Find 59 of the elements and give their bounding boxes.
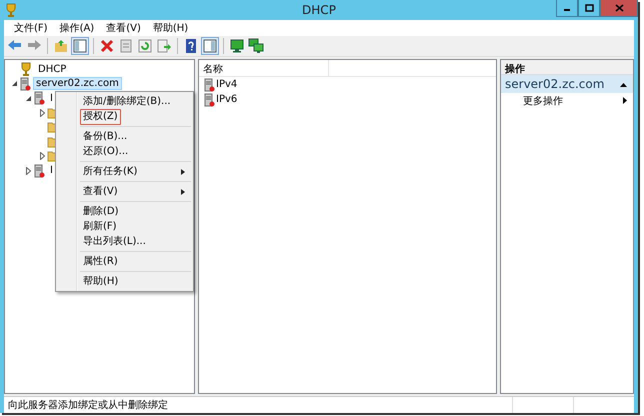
- toolbar-button[interactable]: [71, 37, 89, 55]
- export-icon: [156, 38, 172, 54]
- menu-item[interactable]: 刷新(F): [80, 218, 120, 234]
- menu-item[interactable]: 授权(Z): [80, 108, 121, 124]
- menu-item[interactable]: 添加/删除绑定(B)...: [80, 94, 174, 110]
- action-pane-icon: [202, 38, 218, 54]
- pane-icon: [72, 38, 88, 54]
- menu-item[interactable]: 导出列表(L)...: [80, 234, 149, 250]
- server-icon: [203, 78, 215, 92]
- list-item[interactable]: IPv4: [216, 79, 238, 90]
- action-link[interactable]: 更多操作: [523, 94, 563, 108]
- status-text: 向此服务器添加绑定或从中删除绑定: [8, 398, 168, 412]
- menu-item[interactable]: 文件(F): [8, 21, 54, 35]
- collapse-arrow-icon: [620, 82, 627, 86]
- maximize-button[interactable]: [578, 0, 600, 17]
- refresh-icon: [137, 38, 153, 54]
- collapsed-arrow-icon[interactable]: [40, 108, 44, 117]
- folder-up-icon: [53, 38, 69, 54]
- menu-item[interactable]: 备份(B)...: [80, 128, 130, 144]
- collapsed-arrow-icon[interactable]: [40, 152, 44, 160]
- close-icon: [614, 4, 624, 12]
- toolbar-button[interactable]: [98, 37, 116, 55]
- window-title: DHCP: [302, 3, 336, 17]
- properties-icon: [118, 38, 134, 54]
- menu-item[interactable]: 删除(D): [80, 204, 122, 220]
- menu-item[interactable]: 查看(V): [80, 184, 121, 200]
- menu-item[interactable]: 帮助(H): [80, 274, 122, 290]
- tree-item[interactable]: I: [47, 164, 56, 178]
- menu-item[interactable]: 查看(V): [100, 21, 147, 35]
- toolbar-button[interactable]: [247, 37, 265, 55]
- help-icon: [183, 38, 199, 54]
- server-icon: [203, 92, 215, 106]
- expanded-arrow-icon[interactable]: [12, 81, 16, 86]
- menu-item[interactable]: 帮助(H): [146, 21, 194, 35]
- menu-item[interactable]: 所有任务(K): [80, 164, 140, 180]
- tree-item[interactable]: DHCP: [35, 62, 70, 76]
- list-item[interactable]: IPv6: [216, 94, 238, 105]
- menu-item[interactable]: 操作(A): [54, 21, 100, 35]
- collapsed-arrow-icon[interactable]: [26, 166, 30, 175]
- server-icon: [19, 76, 31, 91]
- tree-item[interactable]: server02.zc.com: [33, 77, 122, 90]
- actions-header: 操作: [501, 60, 633, 75]
- expanded-arrow-icon[interactable]: [26, 96, 30, 101]
- maximize-icon: [584, 4, 594, 12]
- menu-item[interactable]: 属性(R): [80, 254, 121, 270]
- close-button[interactable]: [600, 0, 638, 17]
- tree-item[interactable]: I: [47, 92, 56, 105]
- server-icon: [33, 91, 45, 106]
- toolbar-button[interactable]: [228, 37, 246, 55]
- minimize-button[interactable]: [556, 0, 578, 17]
- monitors-icon: [248, 38, 264, 54]
- app-icon: [4, 3, 18, 17]
- column-header[interactable]: 名称: [199, 60, 329, 76]
- toolbar-button[interactable]: [201, 37, 219, 55]
- trophy-icon: [19, 62, 33, 76]
- delete-icon: [99, 38, 115, 54]
- menu-item[interactable]: 还原(O)...: [80, 144, 132, 160]
- monitor-icon: [229, 38, 245, 54]
- server-icon: [33, 164, 45, 178]
